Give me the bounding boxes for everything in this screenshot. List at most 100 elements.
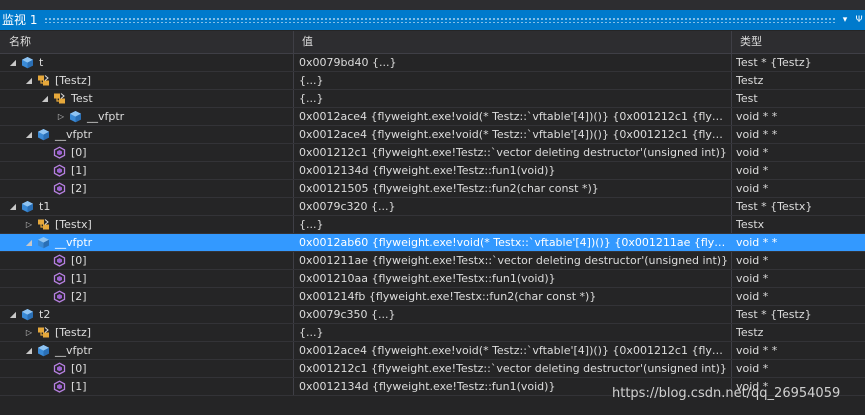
- collapse-toggle-icon[interactable]: ◢: [24, 234, 34, 251]
- collapse-toggle-icon[interactable]: ◢: [8, 198, 18, 215]
- field-icon: [69, 110, 82, 123]
- variable-name[interactable]: __vfptr: [55, 342, 92, 359]
- variable-name[interactable]: [Testz]: [55, 324, 91, 341]
- type-cell: Test: [736, 92, 758, 105]
- watch-row[interactable]: [2] 0x001214fb {flyweight.exe!Testx::fun2…: [0, 288, 865, 306]
- name-cell: ◢ t1: [0, 198, 293, 215]
- name-cell: [2]: [0, 288, 293, 305]
- value-cell[interactable]: 0x001210aa {flyweight.exe!Testx::fun1(vo…: [299, 270, 731, 287]
- variable-name[interactable]: [Testx]: [55, 216, 92, 233]
- watch-window-titlebar[interactable]: 监视 1 ▾ Ψ: [0, 10, 865, 30]
- watch-grid: ◢ t 0x0079bd40 {...} Test * {Testz} ◢ [Testz]…: [0, 54, 865, 414]
- type-cell: void * *: [736, 236, 778, 249]
- watch-row[interactable]: ◢ t 0x0079bd40 {...} Test * {Testz}: [0, 54, 865, 72]
- watch-row[interactable]: ▷ __vfptr 0x0012ace4 {flyweight.exe!void(*…: [0, 108, 865, 126]
- field-icon: [37, 128, 50, 141]
- element-icon: [53, 362, 66, 375]
- titlebar-grip[interactable]: [44, 17, 837, 23]
- variable-name[interactable]: [0]: [71, 360, 87, 377]
- value-cell[interactable]: {...}: [299, 90, 731, 107]
- watch-row[interactable]: ◢ __vfptr 0x0012ace4 {flyweight.exe!void(*…: [0, 126, 865, 144]
- value-cell[interactable]: {...}: [299, 324, 731, 341]
- value-cell[interactable]: {...}: [299, 72, 731, 89]
- variable-name[interactable]: [0]: [71, 252, 87, 269]
- watch-row[interactable]: [1] 0x001210aa {flyweight.exe!Testx::fun1…: [0, 270, 865, 288]
- collapse-toggle-icon[interactable]: ◢: [24, 342, 34, 359]
- watch-row[interactable]: ◢ [Testz] {...} Testz: [0, 72, 865, 90]
- variable-name[interactable]: t: [39, 54, 43, 71]
- name-cell: ◢ t: [0, 54, 293, 71]
- variable-name[interactable]: [2]: [71, 180, 87, 197]
- element-icon: [53, 380, 66, 393]
- column-header-type[interactable]: 类型: [731, 31, 762, 53]
- element-icon: [53, 272, 66, 285]
- value-cell[interactable]: 0x0079c320 {...}: [299, 198, 731, 215]
- type-cell: void * *: [736, 128, 778, 141]
- variable-name[interactable]: __vfptr: [55, 126, 92, 143]
- name-cell: ◢ __vfptr: [0, 126, 293, 143]
- watch-row[interactable]: [2] 0x00121505 {flyweight.exe!Testz::fun2…: [0, 180, 865, 198]
- type-cell: Test * {Testx}: [736, 200, 813, 213]
- variable-name[interactable]: Test: [71, 90, 93, 107]
- watch-row[interactable]: ◢ t1 0x0079c320 {...} Test * {Testx}: [0, 198, 865, 216]
- name-cell: [0]: [0, 360, 293, 377]
- watch-row[interactable]: ◢ t2 0x0079c350 {...} Test * {Testz}: [0, 306, 865, 324]
- value-cell[interactable]: 0x0079bd40 {...}: [299, 54, 731, 71]
- collapse-toggle-icon[interactable]: ◢: [40, 90, 50, 107]
- value-cell[interactable]: 0x001214fb {flyweight.exe!Testx::fun2(ch…: [299, 288, 731, 305]
- variable-name[interactable]: __vfptr: [87, 108, 124, 125]
- element-icon: [53, 290, 66, 303]
- watch-row[interactable]: ◢ __vfptr 0x0012ace4 {flyweight.exe!void(*…: [0, 342, 865, 360]
- value-cell[interactable]: 0x0012ace4 {flyweight.exe!void(* Testz::…: [299, 108, 731, 125]
- collapse-toggle-icon[interactable]: ◢: [8, 54, 18, 71]
- type-cell: void *: [736, 362, 769, 375]
- value-cell[interactable]: 0x0012134d {flyweight.exe!Testz::fun1(vo…: [299, 162, 731, 179]
- auto-hide-pin-icon[interactable]: Ψ: [853, 10, 865, 30]
- collapse-toggle-icon[interactable]: ◢: [24, 126, 34, 143]
- variable-name[interactable]: [2]: [71, 288, 87, 305]
- value-cell[interactable]: 0x0012ace4 {flyweight.exe!void(* Testz::…: [299, 342, 731, 359]
- value-cell[interactable]: 0x001212c1 {flyweight.exe!Testz::`vector…: [299, 144, 731, 161]
- column-header-value[interactable]: 值: [293, 31, 313, 53]
- variable-name[interactable]: t1: [39, 198, 50, 215]
- watch-row[interactable]: ▷ [Testz] {...} Testz: [0, 324, 865, 342]
- value-cell[interactable]: 0x0012ace4 {flyweight.exe!void(* Testz::…: [299, 126, 731, 143]
- variable-name[interactable]: [1]: [71, 270, 87, 287]
- type-cell: void *: [736, 290, 769, 303]
- object-icon: [21, 308, 34, 321]
- variable-name[interactable]: [1]: [71, 162, 87, 179]
- name-cell: ◢ Test: [0, 90, 293, 107]
- watch-row[interactable]: [1] 0x0012134d {flyweight.exe!Testz::fun1…: [0, 162, 865, 180]
- value-cell[interactable]: {...}: [299, 216, 731, 233]
- value-cell[interactable]: 0x0079c350 {...}: [299, 306, 731, 323]
- watermark-text: https://blog.csdn.net/qq_26954059: [612, 386, 841, 401]
- watch-row[interactable]: ◢ Test {...} Test: [0, 90, 865, 108]
- watch-row[interactable]: [0] 0x001211ae {flyweight.exe!Testx::`vec…: [0, 252, 865, 270]
- variable-name[interactable]: __vfptr: [55, 234, 92, 251]
- window-position-dropdown-icon[interactable]: ▾: [839, 10, 851, 30]
- field-icon: [37, 236, 50, 249]
- name-cell: ◢ t2: [0, 306, 293, 323]
- watch-row[interactable]: [0] 0x001212c1 {flyweight.exe!Testz::`vec…: [0, 360, 865, 378]
- name-cell: ▷ __vfptr: [0, 108, 293, 125]
- variable-name[interactable]: [0]: [71, 144, 87, 161]
- collapse-toggle-icon[interactable]: ◢: [8, 306, 18, 323]
- value-cell[interactable]: 0x001212c1 {flyweight.exe!Testz::`vector…: [299, 360, 731, 377]
- expand-toggle-icon[interactable]: ▷: [24, 216, 34, 233]
- type-cell: void * *: [736, 110, 778, 123]
- variable-name[interactable]: t2: [39, 306, 50, 323]
- type-cell: void *: [736, 272, 769, 285]
- type-cell: void * *: [736, 344, 778, 357]
- expand-toggle-icon[interactable]: ▷: [56, 108, 66, 125]
- watch-row[interactable]: ◢ __vfptr 0x0012ab60 {flyweight.exe!void(*…: [0, 234, 865, 252]
- watch-row[interactable]: ▷ [Testx] {...} Testx: [0, 216, 865, 234]
- column-header-name[interactable]: 名称: [0, 31, 31, 53]
- variable-name[interactable]: [1]: [71, 378, 87, 395]
- watch-row[interactable]: [0] 0x001212c1 {flyweight.exe!Testz::`vec…: [0, 144, 865, 162]
- value-cell[interactable]: 0x00121505 {flyweight.exe!Testz::fun2(ch…: [299, 180, 731, 197]
- expand-toggle-icon[interactable]: ▷: [24, 324, 34, 341]
- collapse-toggle-icon[interactable]: ◢: [24, 72, 34, 89]
- variable-name[interactable]: [Testz]: [55, 72, 91, 89]
- value-cell[interactable]: 0x0012ab60 {flyweight.exe!void(* Testx::…: [299, 234, 731, 251]
- value-cell[interactable]: 0x001211ae {flyweight.exe!Testx::`vector…: [299, 252, 731, 269]
